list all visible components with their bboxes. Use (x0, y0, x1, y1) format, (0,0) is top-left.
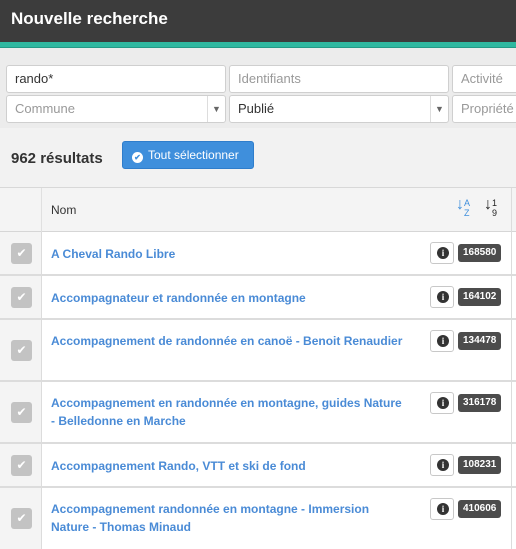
statut-select-label: Publié (238, 101, 275, 116)
page-title: Nouvelle recherche (11, 9, 168, 28)
row-check-cell: ✔ (0, 488, 42, 549)
check-icon[interactable]: ✔ (11, 508, 32, 529)
info-icon: i (437, 459, 449, 471)
row-check-cell: ✔ (0, 276, 42, 318)
info-button[interactable]: i (430, 286, 454, 308)
sort-alpha-top: A (464, 198, 471, 208)
row-name-link[interactable]: Accompagnement randonnée en montagne - I… (51, 500, 409, 536)
check-icon[interactable]: ✔ (11, 402, 32, 423)
identifiants-input[interactable]: Identifiants (229, 65, 449, 93)
results-table: Nom ↓ A Z ↓ 1 9 ✔ A Cheval Rando Libre i 168… (0, 187, 516, 549)
info-icon: i (437, 503, 449, 515)
table-row[interactable]: ✔ Accompagnement randonnée en montagne -… (0, 488, 516, 549)
info-icon: i (437, 335, 449, 347)
info-icon: i (437, 291, 449, 303)
table-row[interactable]: ✔ Accompagnateur et randonnée en montagn… (0, 276, 516, 320)
check-icon[interactable]: ✔ (11, 455, 32, 476)
header-check-column (0, 188, 42, 232)
sort-num-bottom: 9 (492, 208, 498, 218)
info-icon: i (437, 247, 449, 259)
chevron-down-icon: ▼ (430, 96, 448, 122)
id-badge: 108231 (458, 456, 502, 474)
id-badge: 316178 (458, 394, 502, 412)
row-check-cell: ✔ (0, 320, 42, 380)
row-name-link[interactable]: Accompagnement de randonnée en canoë - B… (51, 332, 409, 350)
activite-input[interactable]: Activité (452, 65, 516, 93)
check-icon[interactable]: ✔ (11, 340, 32, 361)
table-row[interactable]: ✔ A Cheval Rando Libre i 168580 (0, 232, 516, 276)
row-name-link[interactable]: A Cheval Rando Libre (51, 245, 409, 263)
select-all-label: Tout sélectionner (148, 148, 239, 162)
info-icon: i (437, 397, 449, 409)
app-header: Nouvelle recherche (0, 0, 516, 42)
chevron-down-icon: ▼ (207, 96, 225, 122)
results-count: 962 résultats (11, 150, 103, 167)
row-name-link[interactable]: Accompagnateur et randonnée en montagne (51, 289, 409, 307)
search-input[interactable]: rando* (6, 65, 226, 93)
statut-select[interactable]: Publié ▼ (229, 95, 449, 123)
row-check-cell: ✔ (0, 382, 42, 442)
sort-alpha-bottom: Z (464, 208, 470, 218)
row-check-cell: ✔ (0, 444, 42, 486)
check-icon[interactable]: ✔ (11, 287, 32, 308)
id-badge: 410606 (458, 500, 502, 518)
table-header: Nom ↓ A Z ↓ 1 9 (0, 188, 516, 232)
propriete-input[interactable]: Propriété (452, 95, 516, 123)
check-circle-icon: ✔ (132, 152, 143, 163)
row-name-link[interactable]: Accompagnement Rando, VTT et ski de fond (51, 457, 409, 475)
info-button[interactable]: i (430, 242, 454, 264)
table-row[interactable]: ✔ Accompagnement en randonnée en montagn… (0, 382, 516, 444)
sort-num-top: 1 (492, 198, 498, 208)
commune-select-label: Commune (15, 101, 75, 116)
info-button[interactable]: i (430, 392, 454, 414)
table-row[interactable]: ✔ Accompagnement Rando, VTT et ski de fo… (0, 444, 516, 488)
check-icon[interactable]: ✔ (11, 243, 32, 264)
id-badge: 168580 (458, 244, 502, 262)
commune-select[interactable]: Commune ▼ (6, 95, 226, 123)
filter-panel: rando* Identifiants Activité Commune ▼ P… (0, 48, 516, 128)
id-badge: 134478 (458, 332, 502, 350)
info-button[interactable]: i (430, 498, 454, 520)
table-row[interactable]: ✔ Accompagnement de randonnée en canoë -… (0, 320, 516, 382)
info-button[interactable]: i (430, 330, 454, 352)
column-divider (511, 188, 512, 549)
select-all-button[interactable]: ✔ Tout sélectionner (122, 141, 254, 169)
info-button[interactable]: i (430, 454, 454, 476)
id-badge: 164102 (458, 288, 502, 306)
column-header-name[interactable]: Nom (51, 203, 76, 217)
row-check-cell: ✔ (0, 232, 42, 274)
row-name-link[interactable]: Accompagnement en randonnée en montagne,… (51, 394, 409, 430)
